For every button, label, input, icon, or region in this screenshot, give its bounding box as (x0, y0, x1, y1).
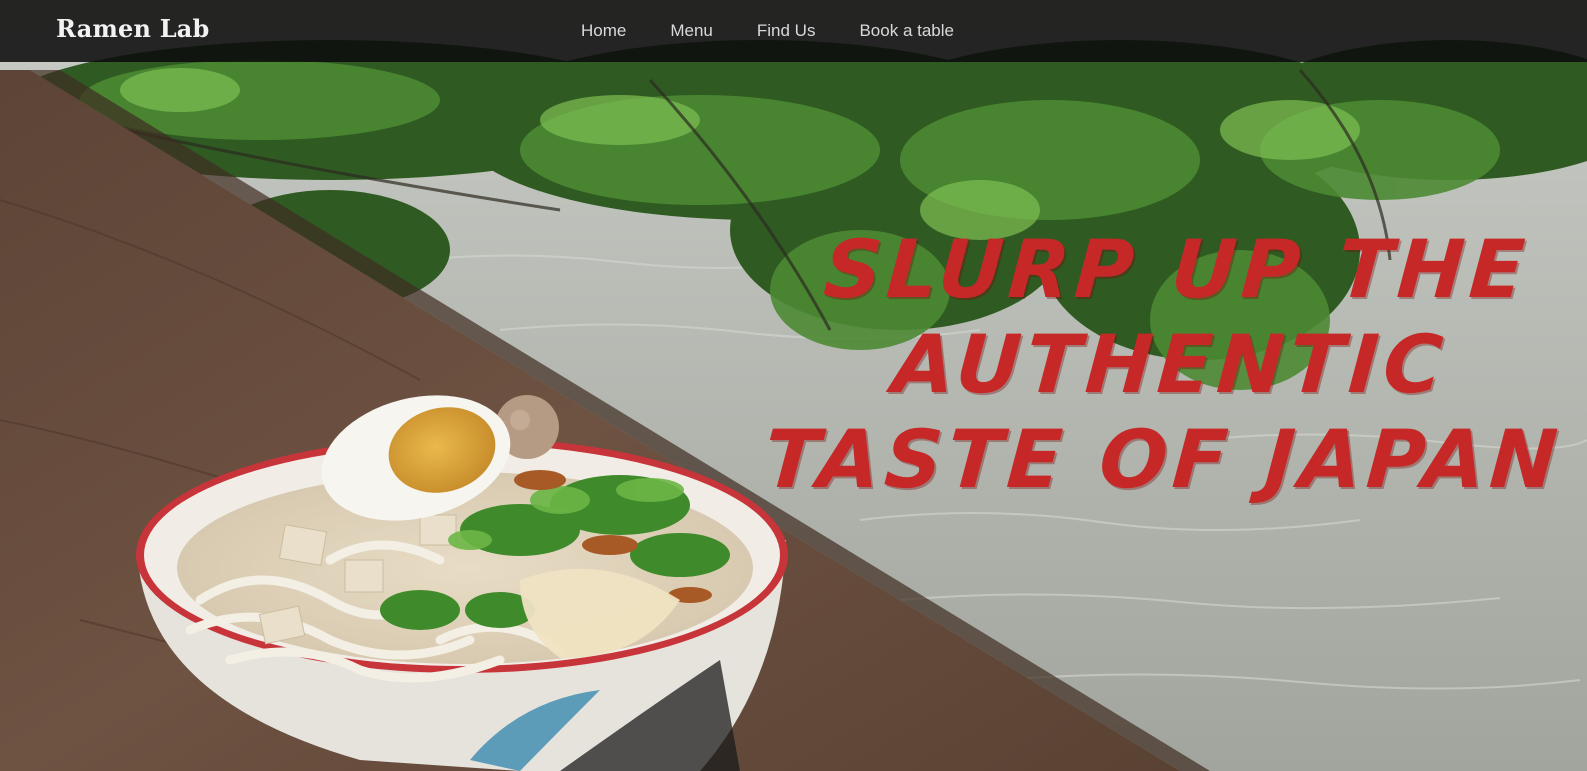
hero-headline: SLURP UP THE AUTHENTIC TASTE OF JAPAN (760, 222, 1580, 507)
nav-link-menu[interactable]: Menu (659, 21, 724, 41)
nav-link-book-a-table[interactable]: Book a table (848, 21, 965, 41)
page: Ramen Lab Home Menu Find Us Book a table… (0, 0, 1587, 771)
hero-headline-line-2: AUTHENTIC (889, 318, 1451, 411)
brand-logo-link[interactable]: Ramen Lab (56, 14, 210, 43)
nav-link-home[interactable]: Home (570, 21, 637, 41)
top-navbar: Ramen Lab Home Menu Find Us Book a table (0, 0, 1587, 62)
hero-headline-line-1: SLURP UP THE (820, 223, 1533, 316)
nav-link-find-us[interactable]: Find Us (746, 21, 827, 41)
nav-links: Home Menu Find Us Book a table (570, 0, 987, 62)
hero-headline-line-3: TASTE OF JAPAN (761, 413, 1566, 506)
